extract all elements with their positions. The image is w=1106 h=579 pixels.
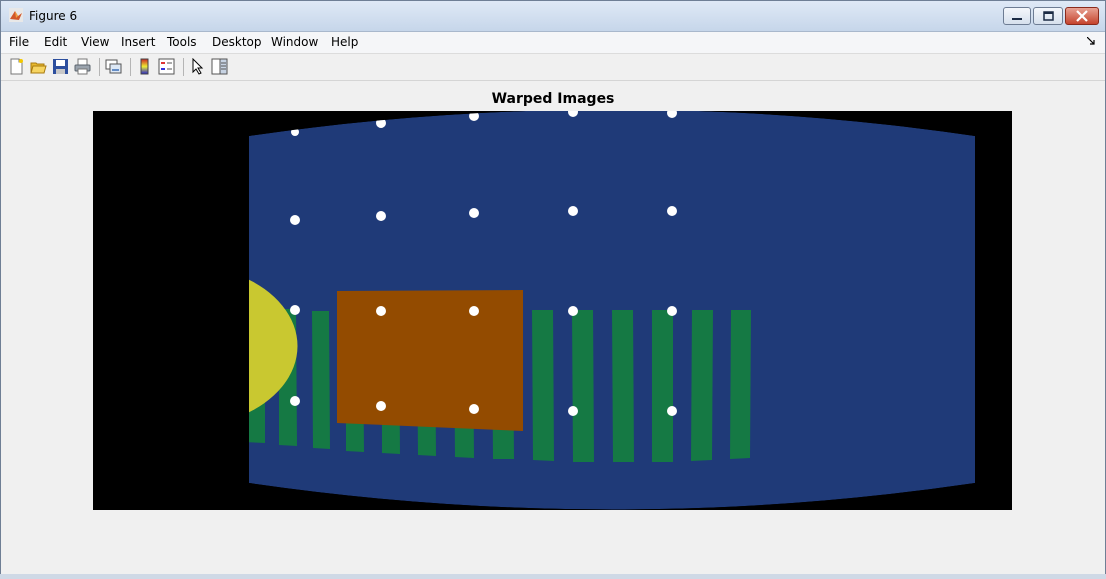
matlab-icon [9, 8, 23, 22]
plot-title: Warped Images [491, 91, 615, 107]
link-plot-icon[interactable] [105, 58, 122, 75]
toolbar-separator [130, 58, 131, 76]
title-bar[interactable]: Figure 6 [1, 1, 1105, 32]
maximize-icon [1043, 11, 1054, 21]
print-icon[interactable] [74, 58, 91, 75]
window-title: Figure 6 [29, 9, 78, 23]
orange-rectangle [337, 290, 523, 431]
save-icon[interactable] [52, 58, 69, 75]
warped-image-axes[interactable] [93, 111, 1012, 510]
menu-help[interactable]: Help [331, 35, 358, 49]
menu-bar: File Edit View Insert Tools Desktop Wind… [1, 32, 1105, 54]
open-file-icon[interactable] [30, 58, 47, 75]
window-bottom-edge [0, 574, 1106, 579]
maximize-button[interactable] [1033, 7, 1063, 25]
warped-image [93, 111, 1012, 510]
minimize-icon [1012, 18, 1022, 20]
menu-edit[interactable]: Edit [44, 35, 67, 49]
minimize-button[interactable] [1003, 7, 1031, 25]
pointer-icon[interactable] [189, 58, 206, 75]
close-icon [1076, 10, 1088, 22]
property-inspector-icon[interactable] [211, 58, 228, 75]
legend-icon[interactable] [158, 58, 175, 75]
dock-arrow-icon[interactable] [1087, 37, 1095, 45]
figure-window: Figure 6 File Edit View Insert Tools Des… [0, 0, 1106, 579]
menu-file[interactable]: File [9, 35, 29, 49]
menu-insert[interactable]: Insert [121, 35, 155, 49]
menu-desktop[interactable]: Desktop [212, 35, 262, 49]
toolbar-separator [99, 58, 100, 76]
new-figure-icon[interactable] [8, 58, 25, 75]
colorbar-icon[interactable] [136, 58, 153, 75]
figure-toolbar [1, 54, 1105, 81]
menu-tools[interactable]: Tools [167, 35, 197, 49]
toolbar-separator [183, 58, 184, 76]
close-button[interactable] [1065, 7, 1099, 25]
figure-area: Warped Images [6, 81, 1100, 573]
menu-window[interactable]: Window [271, 35, 318, 49]
menu-view[interactable]: View [81, 35, 109, 49]
